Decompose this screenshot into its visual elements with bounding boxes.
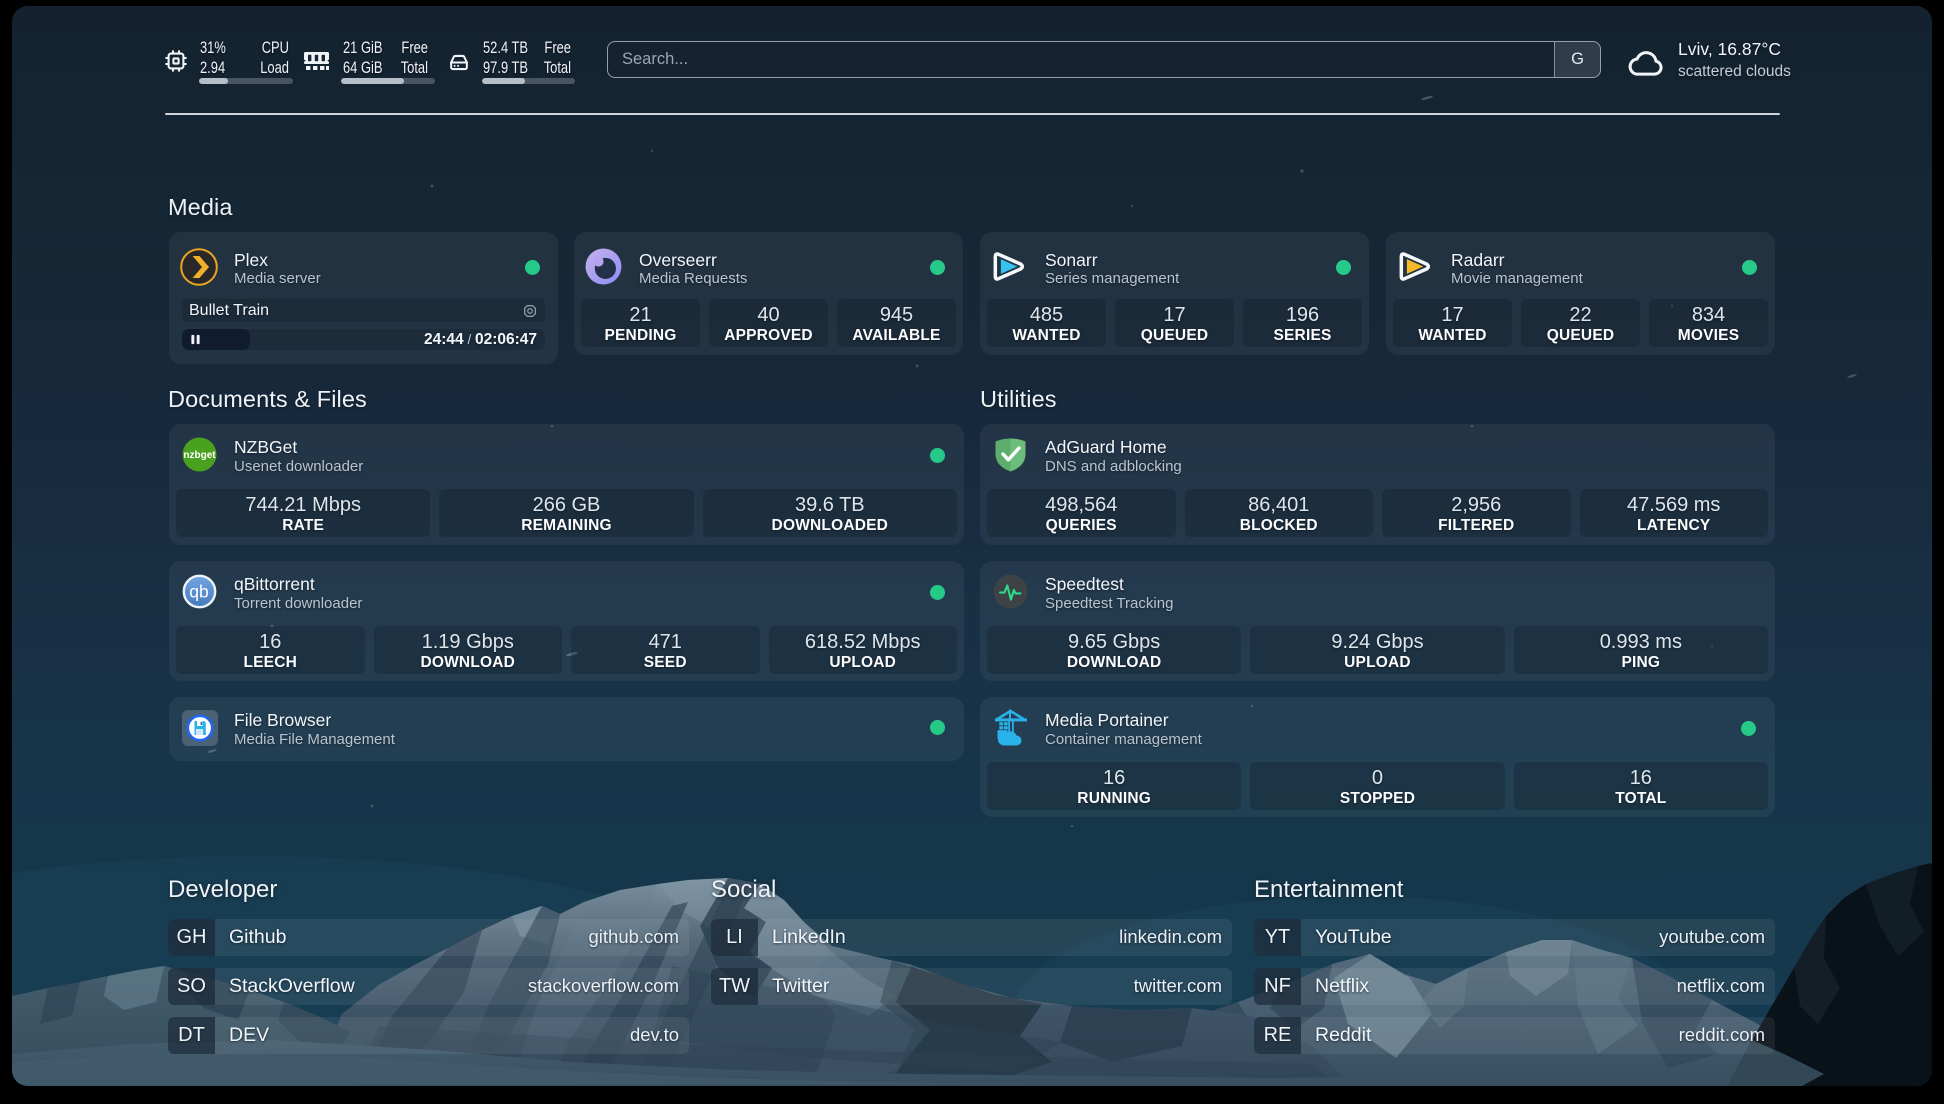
- svg-text:nzbget: nzbget: [183, 450, 216, 461]
- svg-text:qb: qb: [189, 582, 208, 602]
